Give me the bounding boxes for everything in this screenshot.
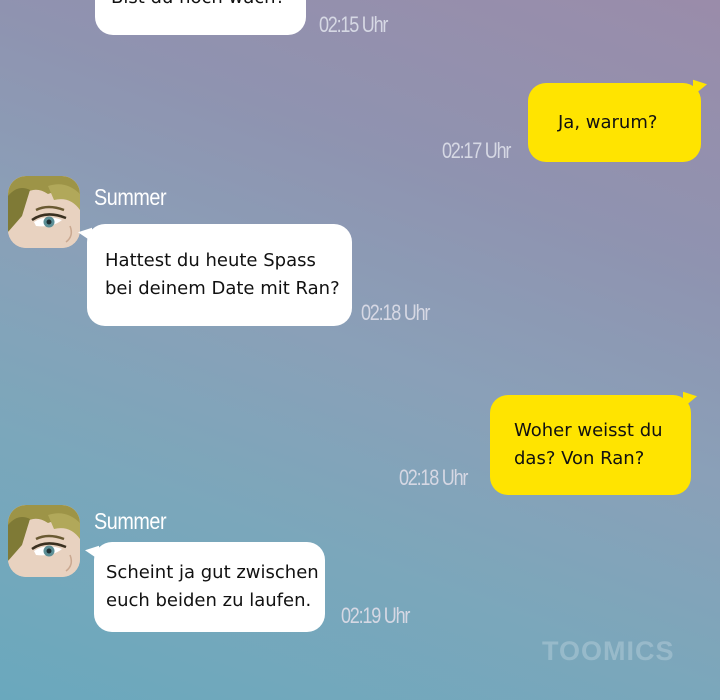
message-text: das? Von Ran? bbox=[514, 448, 645, 469]
summer-avatar-icon[interactable] bbox=[8, 505, 80, 577]
message-bubble-incoming: Hattest du heute Spass bei deinem Date m… bbox=[78, 224, 352, 326]
message-bubble-incoming: Bist du noch wach? bbox=[95, 0, 306, 35]
message-timestamp: 02:18 Uhr bbox=[399, 465, 468, 490]
message-timestamp: 02:15 Uhr bbox=[319, 12, 388, 37]
message-text: Scheint ja gut zwischen bbox=[106, 562, 319, 583]
message-text: Ja, warum? bbox=[558, 111, 658, 133]
message-text: bei deinem Date mit Ran? bbox=[105, 278, 340, 299]
message-bubble-outgoing: Woher weisst du das? Von Ran? bbox=[490, 391, 697, 495]
sender-name: Summer bbox=[94, 508, 167, 534]
message-text: Bist du noch wach? bbox=[111, 0, 290, 12]
chat-thread: Bist du noch wach? 02:15 Uhr Ja, warum? … bbox=[0, 0, 720, 700]
message-bubble-incoming: Scheint ja gut zwischen euch beiden zu l… bbox=[85, 542, 325, 632]
message-timestamp: 02:19 Uhr bbox=[341, 603, 410, 628]
summer-avatar-icon[interactable] bbox=[8, 176, 80, 248]
message-text: Woher weisst du bbox=[514, 420, 663, 441]
message-timestamp: 02:17 Uhr bbox=[442, 138, 511, 163]
message-bubble-outgoing: Ja, warum? bbox=[528, 79, 707, 162]
message-text: Hattest du heute Spass bbox=[105, 250, 316, 271]
watermark-logo: TOOMICS bbox=[542, 636, 675, 666]
message-text: euch beiden zu laufen. bbox=[106, 590, 312, 611]
sender-name: Summer bbox=[94, 184, 167, 210]
message-timestamp: 02:18 Uhr bbox=[361, 300, 430, 325]
